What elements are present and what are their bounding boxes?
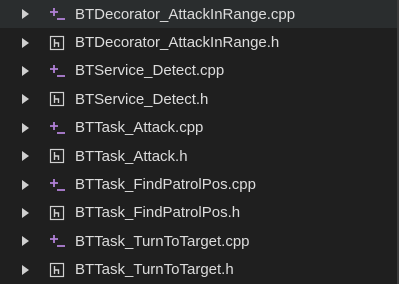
header-file-icon xyxy=(48,90,66,108)
expand-arrow-icon[interactable] xyxy=(22,122,29,133)
file-item[interactable]: BTDecorator_AttackInRange.cpp xyxy=(0,0,397,29)
file-name: BTTask_FindPatrolPos.h xyxy=(75,204,241,222)
file-name: BTTask_TurnToTarget.cpp xyxy=(75,232,250,250)
file-name: BTTask_Attack.h xyxy=(75,147,188,165)
expand-arrow-icon[interactable] xyxy=(22,94,29,105)
expand-arrow-icon[interactable] xyxy=(22,151,29,162)
header-file-icon xyxy=(48,261,66,279)
file-item[interactable]: BTTask_FindPatrolPos.cpp xyxy=(0,170,397,198)
expand-arrow-icon[interactable] xyxy=(22,65,29,76)
file-item[interactable]: BTTask_TurnToTarget.cpp xyxy=(0,227,397,255)
cpp-file-icon xyxy=(48,176,66,194)
cpp-file-icon xyxy=(48,5,66,23)
file-item[interactable]: BTTask_Attack.cpp xyxy=(0,114,397,142)
file-item[interactable]: BTDecorator_AttackInRange.h xyxy=(0,28,397,56)
file-item[interactable]: BTTask_FindPatrolPos.h xyxy=(0,199,397,227)
expand-arrow-icon[interactable] xyxy=(22,37,29,48)
expand-arrow-icon[interactable] xyxy=(22,207,29,218)
expand-arrow-icon[interactable] xyxy=(22,9,29,20)
header-file-icon xyxy=(48,204,66,222)
file-name: BTTask_Attack.cpp xyxy=(75,119,204,137)
file-item[interactable]: BTTask_TurnToTarget.h xyxy=(0,256,397,284)
file-name: BTService_Detect.cpp xyxy=(75,62,225,80)
cpp-file-icon xyxy=(48,119,66,137)
header-file-icon xyxy=(48,34,66,52)
file-name: BTDecorator_AttackInRange.cpp xyxy=(75,5,296,23)
expand-arrow-icon[interactable] xyxy=(22,179,29,190)
file-name: BTService_Detect.h xyxy=(75,90,209,108)
cpp-file-icon xyxy=(48,62,66,80)
file-name: BTDecorator_AttackInRange.h xyxy=(75,34,280,52)
file-name: BTTask_TurnToTarget.h xyxy=(75,261,234,279)
file-item[interactable]: BTTask_Attack.h xyxy=(0,142,397,170)
solution-explorer-file-list: BTDecorator_AttackInRange.cpp BTDecorato… xyxy=(0,0,399,284)
expand-arrow-icon[interactable] xyxy=(22,264,29,275)
file-name: BTTask_FindPatrolPos.cpp xyxy=(75,176,256,194)
header-file-icon xyxy=(48,147,66,165)
expand-arrow-icon[interactable] xyxy=(22,236,29,247)
cpp-file-icon xyxy=(48,232,66,250)
file-item[interactable]: BTService_Detect.cpp xyxy=(0,57,397,85)
file-item[interactable]: BTService_Detect.h xyxy=(0,85,397,113)
